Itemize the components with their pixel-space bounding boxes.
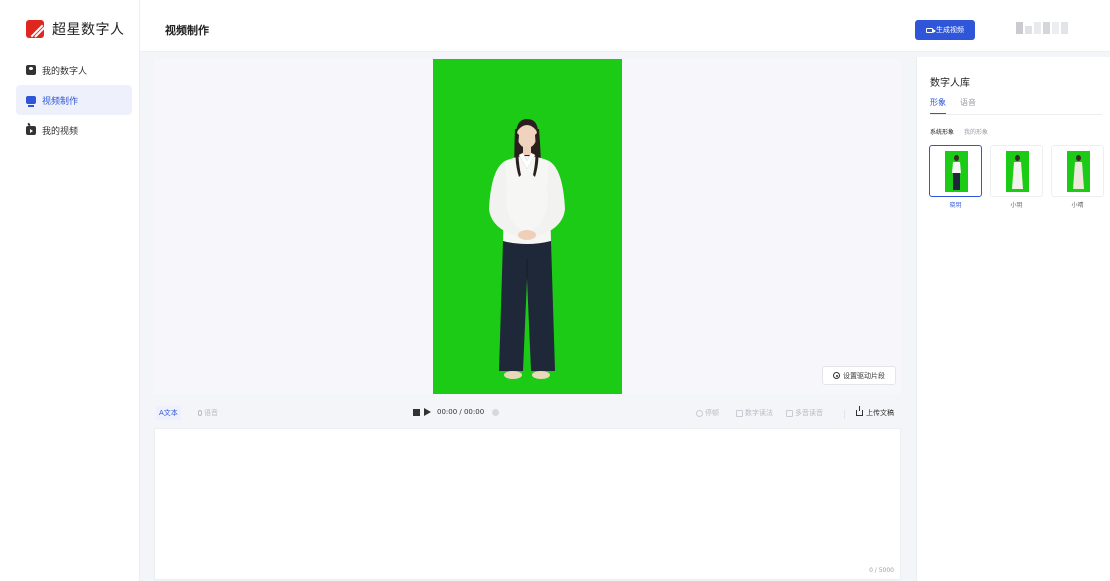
subtab-mine[interactable]: 我的形象 (964, 127, 988, 136)
video-preview: 设置驱动片段 (154, 59, 901, 394)
avatar-name: 小玥 (1010, 202, 1023, 209)
number-reading-button[interactable]: 数字读法 (736, 408, 773, 418)
logo-icon (26, 20, 44, 38)
header: 视频制作 生成视频 (140, 0, 1110, 52)
sidebar-item-my-videos[interactable]: 我的视频 (16, 115, 132, 145)
microphone-icon (198, 410, 202, 416)
play-icon[interactable] (424, 408, 431, 416)
main-content: 设置驱动片段 A 文本 语音 00:00 / 00:00 停顿 数字读法 多音读… (150, 57, 910, 581)
sidebar-nav: 我的数字人 视频制作 我的视频 (16, 55, 132, 145)
sidebar-item-video-production[interactable]: 视频制作 (16, 85, 132, 115)
tab-audio[interactable]: 语音 (198, 408, 218, 418)
upload-icon (856, 406, 863, 416)
sidebar-item-label: 我的数字人 (42, 66, 88, 77)
monitor-icon (26, 96, 36, 107)
user-avatar[interactable] (1016, 22, 1068, 34)
page-title: 视频制作 (165, 24, 209, 37)
library-title: 数字人库 (930, 78, 970, 89)
tab-voice[interactable]: 语音 (960, 97, 976, 114)
upload-label: 上传文稿 (866, 409, 894, 417)
script-editor[interactable]: 0 / 5000 (154, 428, 901, 580)
library-tabs: 形象 语音 (930, 97, 976, 114)
avatar-thumbnail-frame (990, 145, 1043, 197)
avatar-thumbnail-frame (929, 145, 982, 197)
avatar-card[interactable]: 晓玥 (929, 145, 982, 209)
playback-controls: 00:00 / 00:00 (413, 408, 500, 416)
timecode: 00:00 / 00:00 (437, 408, 485, 416)
drive-label: 设置驱动片段 (843, 371, 885, 380)
video-camera-icon (926, 27, 936, 33)
avatar-card[interactable]: 小晴 (1051, 145, 1104, 209)
editor-toolbar: A 文本 语音 00:00 / 00:00 停顿 数字读法 多音读音 上传文稿 (154, 406, 901, 422)
info-icon[interactable] (492, 408, 500, 416)
text-tab-label: 文本 (163, 409, 178, 417)
tabs-divider (930, 114, 1102, 115)
avatar-name: 小晴 (1071, 202, 1084, 209)
polyphone-button[interactable]: 多音读音 (786, 408, 823, 418)
avatar-thumbnail (945, 151, 968, 192)
avatar-name: 晓玥 (949, 202, 962, 209)
avatar-thumbnail (1067, 151, 1090, 192)
character-counter: 0 / 5000 (869, 567, 894, 574)
person-card-icon (26, 65, 36, 75)
generate-video-button[interactable]: 生成视频 (915, 20, 975, 40)
sidebar-item-label: 视频制作 (42, 96, 79, 107)
sidebar: 超星数字人 我的数字人 视频制作 我的视频 (0, 0, 140, 581)
set-drive-segment-button[interactable]: 设置驱动片段 (822, 366, 896, 385)
number-label: 数字读法 (745, 409, 773, 417)
settings-icon (833, 372, 840, 379)
app-logo[interactable]: 超星数字人 (26, 19, 125, 39)
sidebar-item-label: 我的视频 (42, 126, 79, 137)
polyphone-label: 多音读音 (795, 409, 823, 417)
library-subtabs: 系统形象 我的形象 (930, 127, 988, 136)
upload-script-button[interactable]: 上传文稿 (856, 406, 894, 418)
avatar-thumbnail-frame (1051, 145, 1104, 197)
digital-human-figure (489, 119, 565, 379)
clock-icon (696, 409, 703, 417)
tab-text[interactable]: A 文本 (156, 406, 181, 420)
polyphone-icon (786, 409, 793, 417)
generate-video-label: 生成视频 (936, 26, 964, 34)
sidebar-item-my-avatars[interactable]: 我的数字人 (16, 55, 132, 85)
avatar-grid: 晓玥 小玥 小晴 (929, 145, 1104, 209)
app-name: 超星数字人 (52, 22, 125, 38)
avatar-library-panel: 数字人库 形象 语音 系统形象 我的形象 晓玥 小玥 小晴 (916, 57, 1110, 581)
greenscreen-canvas (433, 59, 622, 394)
subtab-system[interactable]: 系统形象 (930, 127, 954, 136)
avatar-card[interactable]: 小玥 (990, 145, 1043, 209)
avatar-thumbnail (1006, 151, 1029, 192)
tv-icon (26, 126, 36, 135)
stop-icon[interactable] (413, 408, 420, 416)
number-icon (736, 409, 743, 417)
toolbar-divider (844, 410, 845, 419)
pause-label: 停顿 (705, 409, 719, 417)
tab-appearance[interactable]: 形象 (930, 97, 946, 114)
pause-button[interactable]: 停顿 (696, 408, 719, 418)
audio-tab-label: 语音 (204, 409, 218, 417)
